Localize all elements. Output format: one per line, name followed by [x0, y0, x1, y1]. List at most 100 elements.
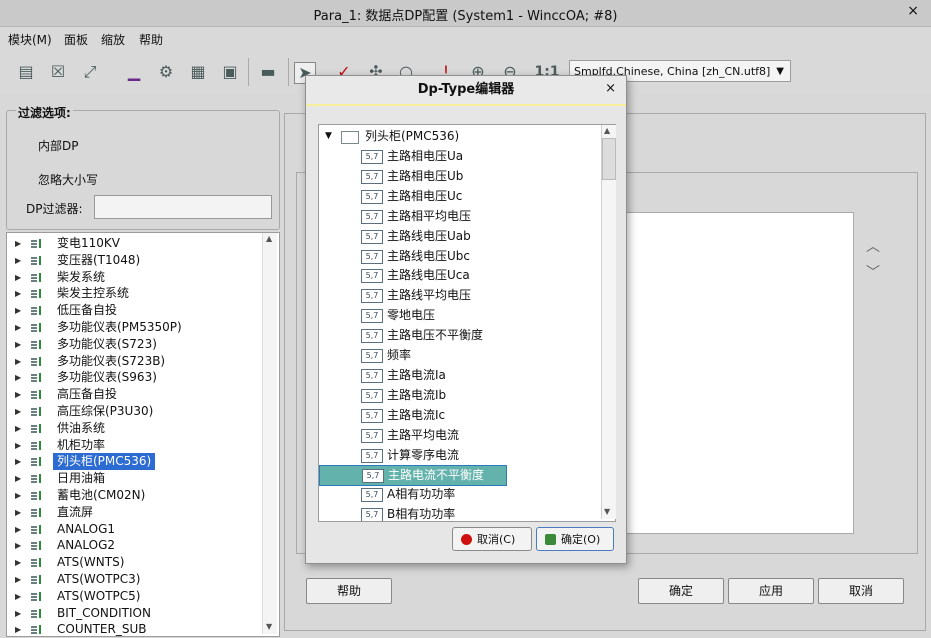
dialog-tree-scrollbar[interactable] — [601, 125, 616, 519]
dp-tree-item[interactable]: ▶ ANALOG1 — [7, 521, 277, 538]
chevron-right-icon[interactable]: ▶ — [15, 437, 21, 454]
help-button[interactable]: 帮助 — [306, 578, 392, 604]
dp-element-tree[interactable]: ▼ 列头柜(PMC536) 5,7 主路相电压Ua 5,7 主路相电压Ub 5,7 主路相… — [318, 124, 616, 522]
dp-element-item[interactable]: 5,7 主路电流Ic — [319, 406, 599, 425]
chevron-right-icon[interactable]: ▶ — [15, 588, 21, 605]
chevron-right-icon[interactable]: ▶ — [15, 285, 21, 302]
ok-button[interactable]: 确定 — [638, 578, 724, 604]
chevron-right-icon[interactable]: ▶ — [15, 369, 21, 386]
dialog-cancel-button[interactable]: 取消(C) — [452, 527, 532, 551]
dp-element-item[interactable]: 5,7 B相有功功率 — [319, 505, 599, 521]
chevron-right-icon[interactable]: ▶ — [15, 420, 21, 437]
chevron-right-icon[interactable]: ▶ — [15, 319, 21, 336]
dp-tree-item[interactable]: ▶ BIT_CONDITION — [7, 605, 277, 622]
dp-tree-scrollbar[interactable] — [262, 233, 277, 634]
chevron-right-icon[interactable]: ▶ — [15, 453, 21, 470]
dp-tree-item[interactable]: ▶ 柴发系统 — [7, 269, 277, 286]
dp-filter-input[interactable] — [94, 195, 272, 219]
gear-icon[interactable]: ⚙ — [156, 62, 176, 82]
dp-tree-item[interactable]: ▶ 列头柜(PMC536) — [7, 453, 277, 471]
chevron-right-icon[interactable]: ▶ — [15, 504, 21, 521]
dp-tree-item[interactable]: ▶ 高压备自投 — [7, 386, 277, 403]
dp-tree-item[interactable]: ▶ ATS(WOTPC3) — [7, 571, 277, 588]
dp-tree-item[interactable]: ▶ 低压备自投 — [7, 302, 277, 319]
dialog-close-button[interactable]: × — [605, 81, 616, 96]
dp-tree-item[interactable]: ▶ 机柜功率 — [7, 437, 277, 454]
chevron-right-icon[interactable]: ▶ — [15, 403, 21, 420]
dp-element-item[interactable]: 5,7 主路电流Ib — [319, 386, 599, 405]
chevron-right-icon[interactable]: ▶ — [15, 487, 21, 504]
chevron-right-icon[interactable]: ▶ — [15, 571, 21, 588]
dp-element-item[interactable]: 5,7 主路相电压Uc — [319, 187, 599, 206]
dialog-ok-button[interactable]: 确定(O) — [536, 527, 614, 551]
dp-tree-item[interactable]: ▶ 多功能仪表(S723B) — [7, 353, 277, 370]
dialog-scroll-thumb[interactable] — [602, 138, 616, 180]
dp-tree-item[interactable]: ▶ COUNTER_SUB — [7, 621, 277, 636]
underline-icon[interactable]: ▁ — [124, 62, 144, 82]
dp-element-item[interactable]: 5,7 A相有功功率 — [319, 485, 599, 504]
close-panel-icon[interactable]: ☒ — [48, 62, 68, 82]
dp-tree-item[interactable]: ▶ 高压综保(P3U30) — [7, 403, 277, 420]
dp-element-item[interactable]: 5,7 主路电流不平衡度 — [319, 465, 507, 487]
menu-help[interactable]: 帮助 — [139, 31, 163, 48]
dp-tree-item[interactable]: ▶ 多功能仪表(S723) — [7, 336, 277, 353]
dp-type-tree[interactable]: ▶ 变电110KV ▶ 变压器(T1048) ▶ 柴发系统 ▶ 柴发主控系统 ▶ 低压备自投 ▶ 多功… — [6, 232, 280, 637]
internal-dp-checkbox[interactable]: 内部DP — [38, 137, 78, 154]
grid-icon[interactable]: ▦ — [188, 62, 208, 82]
dp-tree-item[interactable]: ▶ ANALOG2 — [7, 537, 277, 554]
dp-element-item[interactable]: 5,7 主路相电压Ub — [319, 167, 599, 186]
dp-element-item[interactable]: 5,7 频率 — [319, 346, 599, 365]
dp-tree-item[interactable]: ▶ 多功能仪表(PM5350P) — [7, 319, 277, 336]
dp-element-item[interactable]: 5,7 主路电流Ia — [319, 366, 599, 385]
chevron-right-icon[interactable]: ▶ — [15, 252, 21, 269]
dp-tree-item[interactable]: ▶ 供油系统 — [7, 420, 277, 437]
scroll-up-icon[interactable]: ▲ — [266, 234, 272, 243]
dp-element-item[interactable]: 5,7 零地电压 — [319, 306, 599, 325]
ignore-case-checkbox[interactable]: 忽略大小写 — [38, 171, 98, 188]
menu-zoom[interactable]: 缩放 — [101, 31, 125, 48]
chevron-right-icon[interactable]: ▶ — [15, 621, 21, 636]
chevron-right-icon[interactable]: ▶ — [15, 336, 21, 353]
table-icon[interactable]: ▣ — [220, 62, 240, 82]
panel-new-icon[interactable]: ▤ — [16, 62, 36, 82]
dp-element-item[interactable]: 5,7 计算零序电流 — [319, 446, 599, 465]
config-list[interactable] — [610, 212, 854, 534]
dp-tree-item[interactable]: ▶ 柴发主控系统 — [7, 285, 277, 302]
scroll-down-icon[interactable]: ▼ — [266, 622, 272, 631]
chevron-right-icon[interactable]: ▶ — [15, 537, 21, 554]
dp-element-item[interactable]: 5,7 主路线电压Uab — [319, 227, 599, 246]
dp-element-item[interactable]: 5,7 主路平均电流 — [319, 426, 599, 445]
chevron-right-icon[interactable]: ▶ — [15, 554, 21, 571]
chevron-down-icon[interactable]: ▼ — [325, 127, 332, 146]
chevron-right-icon[interactable]: ▶ — [15, 353, 21, 370]
menu-panel[interactable]: 面板 — [64, 31, 88, 48]
chevron-right-icon[interactable]: ▶ — [15, 521, 21, 538]
window-close-button[interactable]: × — [907, 3, 919, 19]
dp-element-item[interactable]: 5,7 主路电压不平衡度 — [319, 326, 599, 345]
move-up-icon[interactable]: ︿ — [866, 236, 880, 256]
cancel-button[interactable]: 取消 — [818, 578, 904, 604]
move-down-icon[interactable]: ﹀ — [866, 262, 880, 282]
chevron-right-icon[interactable]: ▶ — [15, 269, 21, 286]
dp-element-item[interactable]: 5,7 主路线电压Uca — [319, 266, 599, 285]
dp-tree-item[interactable]: ▶ 日用油箱 — [7, 470, 277, 487]
tree-root-node[interactable]: ▼ 列头柜(PMC536) — [319, 127, 599, 146]
dp-tree-item[interactable]: ▶ 直流屏 — [7, 504, 277, 521]
dp-element-item[interactable]: 5,7 主路相电压Ua — [319, 147, 599, 166]
dp-tree-item[interactable]: ▶ ATS(WOTPC5) — [7, 588, 277, 605]
chevron-right-icon[interactable]: ▶ — [15, 235, 21, 252]
dp-element-item[interactable]: 5,7 主路线平均电压 — [319, 286, 599, 305]
dp-element-item[interactable]: 5,7 主路线电压Ubc — [319, 247, 599, 266]
dp-tree-item[interactable]: ▶ 蓄电池(CM02N) — [7, 487, 277, 504]
scroll-down-icon[interactable]: ▼ — [604, 507, 610, 516]
dp-tree-item[interactable]: ▶ ATS(WNTS) — [7, 554, 277, 571]
menu-module[interactable]: 模块(M) — [8, 31, 52, 48]
dp-tree-item[interactable]: ▶ 多功能仪表(S963) — [7, 369, 277, 386]
scroll-up-icon[interactable]: ▲ — [604, 126, 610, 135]
dp-element-item[interactable]: 5,7 主路相平均电压 — [319, 207, 599, 226]
dp-tree-item[interactable]: ▶ 变电110KV — [7, 235, 277, 252]
print-icon[interactable]: ▬ — [258, 62, 278, 82]
chevron-right-icon[interactable]: ▶ — [15, 302, 21, 319]
chevron-right-icon[interactable]: ▶ — [15, 470, 21, 487]
dp-tree-item[interactable]: ▶ 变压器(T1048) — [7, 252, 277, 269]
